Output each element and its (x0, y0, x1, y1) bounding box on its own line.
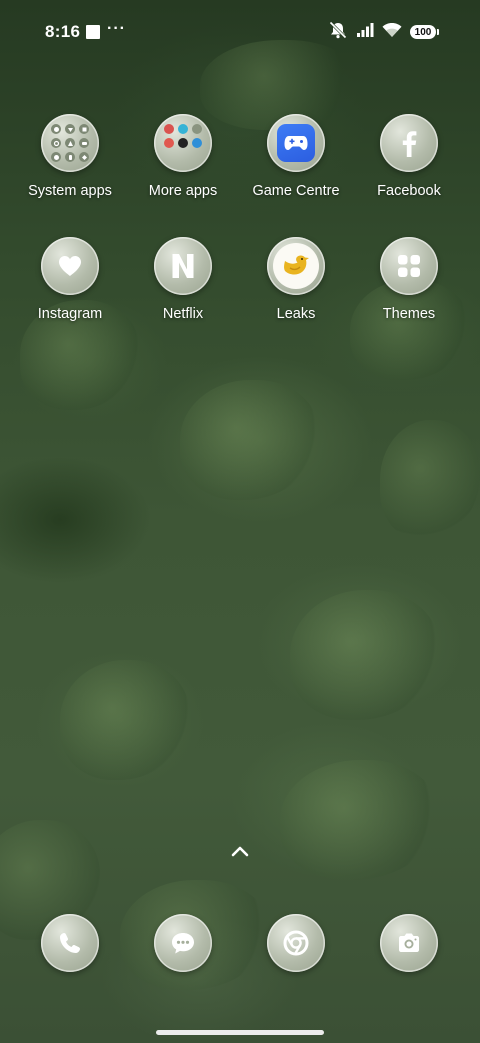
gamepad-icon (267, 114, 325, 172)
phone-icon[interactable] (41, 914, 99, 972)
app-more-apps-folder[interactable]: More apps (126, 114, 240, 199)
app-label: Netflix (162, 306, 204, 322)
mute-icon (328, 20, 348, 44)
wifi-icon (382, 22, 402, 43)
home-screen: 8:16 ··· 100 System apps More apps Game … (0, 0, 480, 1043)
app-label: Facebook (377, 183, 441, 199)
app-system-apps-folder[interactable]: System apps (13, 114, 127, 199)
app-netflix[interactable]: Netflix (126, 237, 240, 322)
bird-icon (267, 237, 325, 295)
app-label: Instagram (37, 306, 103, 322)
folder-icon (41, 114, 99, 172)
app-label: Game Centre (252, 183, 340, 199)
app-instagram[interactable]: Instagram (13, 237, 127, 322)
chevron-up-icon[interactable] (228, 842, 252, 862)
themes-grid-icon (380, 237, 438, 295)
heart-icon (41, 237, 99, 295)
chrome-icon[interactable] (267, 914, 325, 972)
app-label: More apps (148, 183, 218, 199)
app-label: Themes (382, 306, 436, 322)
app-game-centre[interactable]: Game Centre (239, 114, 353, 199)
message-icon[interactable] (154, 914, 212, 972)
notification-square-icon (86, 25, 100, 39)
status-bar: 8:16 ··· 100 (0, 0, 480, 64)
facebook-icon (380, 114, 438, 172)
app-facebook[interactable]: Facebook (352, 114, 466, 199)
app-label: Leaks (276, 306, 316, 322)
app-leaks[interactable]: Leaks (239, 237, 353, 322)
signal-icon (356, 22, 374, 43)
status-icons: 100 (328, 20, 439, 44)
app-label: System apps (28, 183, 112, 199)
folder-icon (154, 114, 212, 172)
camera-icon[interactable] (380, 914, 438, 972)
status-time: 8:16 (45, 22, 81, 41)
battery-icon: 100 (410, 25, 439, 39)
more-notifications-icon: ··· (107, 20, 126, 37)
home-indicator[interactable] (156, 1030, 324, 1035)
app-themes[interactable]: Themes (352, 237, 466, 322)
netflix-n-icon (154, 237, 212, 295)
